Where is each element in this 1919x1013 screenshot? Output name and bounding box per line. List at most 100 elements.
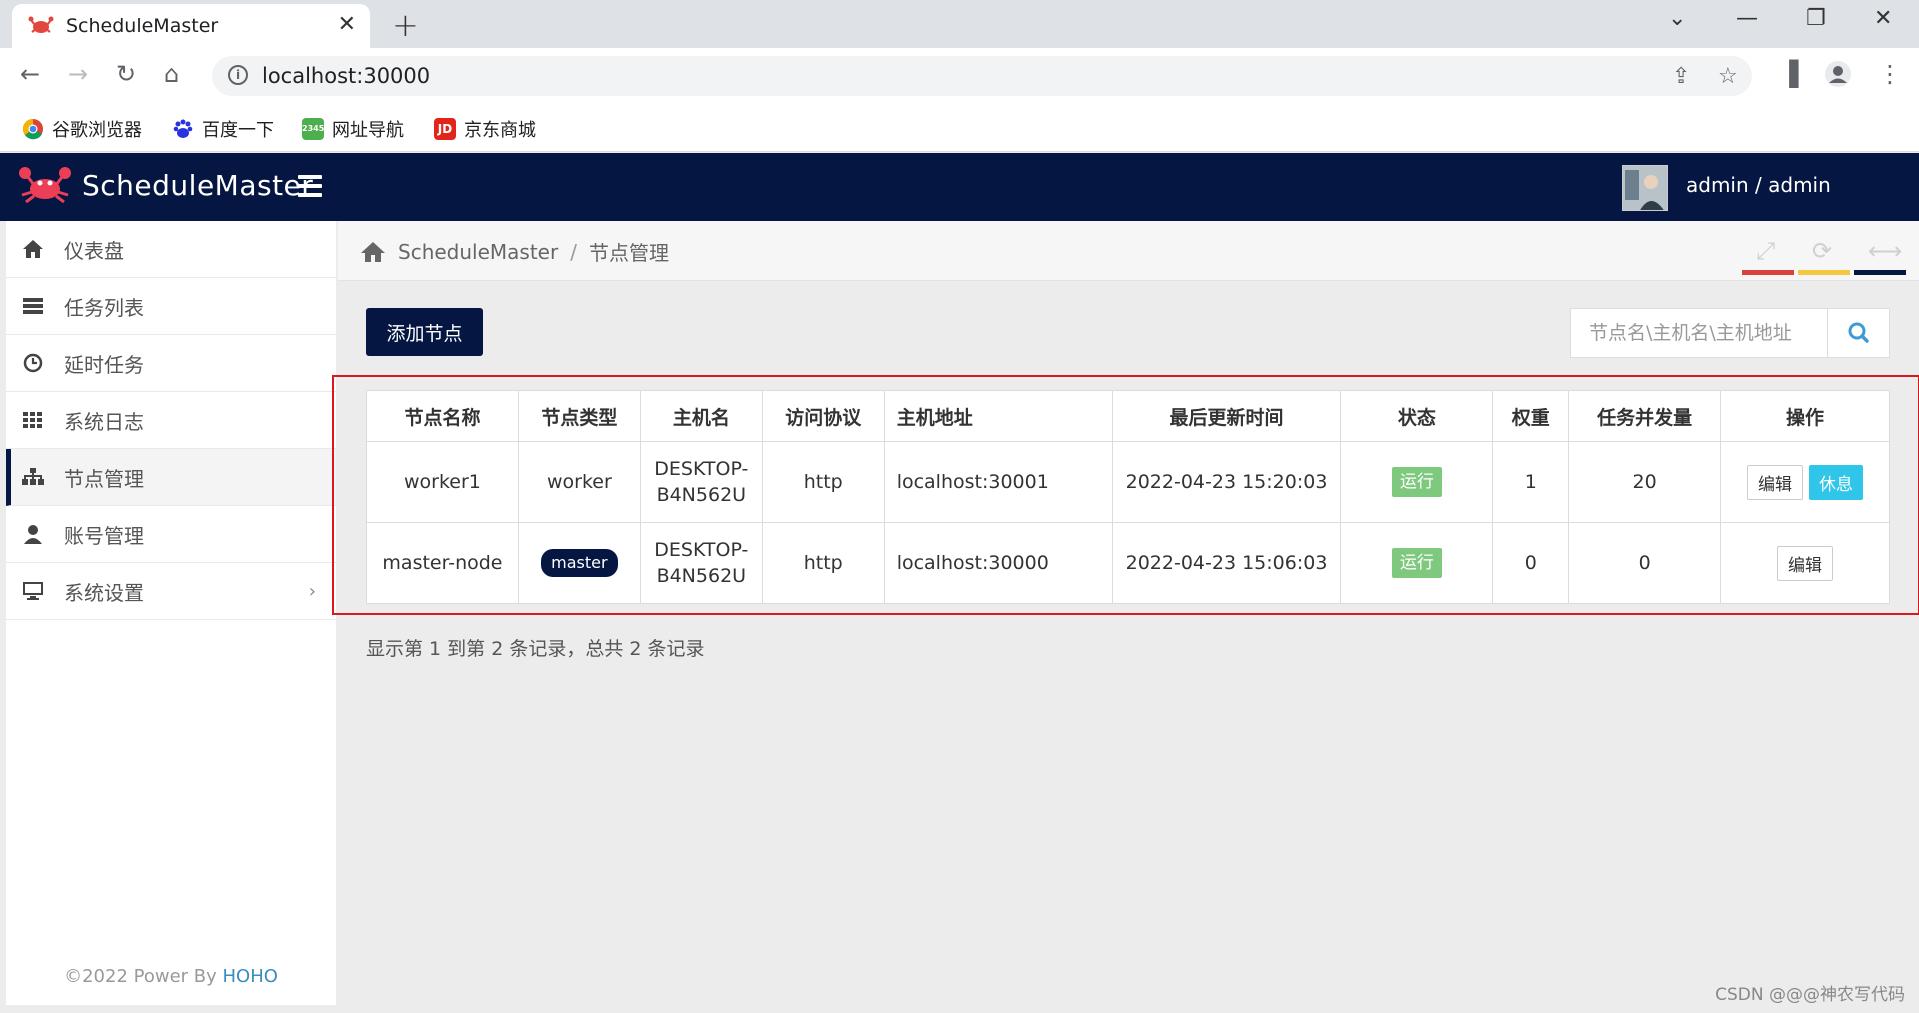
add-node-button[interactable]: 添加节点 (366, 308, 483, 356)
fullscreen-button[interactable]: ⤢ (1742, 227, 1794, 275)
bookmark-label: 京东商城 (464, 120, 536, 141)
forward-icon[interactable]: → (68, 60, 88, 88)
protocol-cell: http (761, 441, 885, 523)
table-header-row: 节点名称 节点类型 主机名 访问协议 主机地址 最后更新时间 状态 权重 任务并… (366, 390, 1890, 442)
sidebar-item-delayed-tasks[interactable]: 延时任务 (6, 335, 336, 392)
menu-kebab-icon[interactable]: ⋮ (1878, 60, 1902, 88)
table-row: master-node master DESKTOP- B4N562U http … (366, 522, 1890, 604)
breadcrumb-home-icon[interactable] (360, 241, 386, 263)
column-header[interactable]: 节点类型 (517, 390, 641, 442)
new-tab-icon[interactable]: + (392, 6, 419, 44)
search-box (1570, 308, 1890, 358)
avatar[interactable] (1622, 165, 1668, 211)
pagination-summary: 显示第 1 到第 2 条记录，总共 2 条记录 (366, 638, 705, 660)
edit-button[interactable]: 编辑 (1747, 464, 1804, 500)
list-icon (23, 298, 43, 314)
actions-cell: 编辑 休息 (1720, 441, 1890, 523)
status-badge: 运行 (1391, 548, 1442, 578)
column-header[interactable]: 主机地址 (883, 390, 1113, 442)
breadcrumb-current: 节点管理 (588, 241, 669, 265)
share-icon[interactable]: ⇪ (1672, 64, 1690, 89)
reload-icon[interactable]: ↻ (116, 60, 136, 88)
2345-icon: 2345 (302, 118, 324, 140)
sidebar-item-account-management[interactable]: 账号管理 (6, 506, 336, 563)
crab-logo-icon (19, 167, 71, 204)
address-bar[interactable]: i localhost:30000 ⇪ ☆ (212, 56, 1752, 96)
rest-button[interactable]: 休息 (1809, 464, 1864, 500)
bookmarks-bar: 谷歌浏览器 百度一下 2345 网址导航 JD 京东商城 (0, 104, 1919, 152)
column-header[interactable]: 状态 (1340, 390, 1494, 442)
bookmark-label: 谷歌浏览器 (52, 120, 142, 141)
status-cell: 运行 (1340, 441, 1494, 523)
search-button[interactable] (1827, 309, 1889, 357)
bookmark-label: 网址导航 (332, 120, 404, 141)
restore-icon[interactable]: ❐ (1806, 6, 1826, 31)
node-name-cell: master-node (366, 522, 519, 604)
column-header[interactable]: 任务并发量 (1568, 390, 1722, 442)
arrows-horizontal-icon: ⟷ (1868, 237, 1903, 265)
hamburger-menu-icon[interactable] (298, 175, 322, 197)
column-header[interactable]: 主机名 (639, 390, 763, 442)
sidebar-item-system-log[interactable]: 系统日志 (6, 392, 336, 449)
bookmark-jd[interactable]: JD 京东商城 (434, 116, 536, 142)
brand-logo[interactable]: ScheduleMaster (18, 165, 313, 205)
sitemap-icon (22, 468, 44, 485)
address-cell: localhost:30001 (883, 441, 1113, 523)
sidebar-item-task-list[interactable]: 任务列表 (6, 278, 336, 335)
bookmark-star-icon[interactable]: ☆ (1718, 64, 1738, 89)
column-header[interactable]: 访问协议 (761, 390, 885, 442)
browser-tab-bar: ScheduleMaster ✕ + ⌄ — ❐ ✕ (0, 0, 1919, 48)
sidebar-item-label: 延时任务 (64, 352, 144, 377)
back-icon[interactable]: ← (20, 60, 40, 88)
sidebar-item-system-settings[interactable]: 系统设置 › (6, 563, 336, 620)
home-icon (23, 240, 43, 258)
concurrency-cell: 20 (1568, 441, 1722, 523)
protocol-cell: http (761, 522, 885, 604)
browser-tab[interactable]: ScheduleMaster ✕ (12, 4, 370, 48)
host-name-cell: DESKTOP- B4N562U (639, 441, 763, 523)
footer-prefix: ©2022 Power By (64, 966, 223, 987)
edit-button[interactable]: 编辑 (1777, 545, 1834, 581)
column-header[interactable]: 权重 (1492, 390, 1570, 442)
node-type-cell: worker (517, 441, 641, 523)
bookmark-baidu[interactable]: 百度一下 (172, 116, 274, 142)
sidebar-item-label: 系统日志 (64, 409, 144, 434)
chevron-right-icon: › (308, 581, 316, 602)
sidebar-item-node-management[interactable]: 节点管理 (6, 449, 336, 506)
refresh-button[interactable]: ⟳ (1798, 227, 1850, 275)
bookmark-chrome[interactable]: 谷歌浏览器 (22, 116, 142, 142)
minimize-icon[interactable]: — (1736, 6, 1758, 31)
expand-icon: ⤢ (1756, 237, 1776, 265)
column-header[interactable]: 最后更新时间 (1111, 390, 1342, 442)
tab-search-chevron-icon[interactable]: ⌄ (1668, 6, 1686, 31)
footer-link[interactable]: HOHO (223, 966, 278, 987)
tab-close-icon[interactable]: ✕ (338, 12, 356, 37)
node-table: 节点名称 节点类型 主机名 访问协议 主机地址 最后更新时间 状态 权重 任务并… (366, 390, 1890, 604)
close-window-icon[interactable]: ✕ (1874, 6, 1892, 31)
node-type-cell: master (517, 522, 641, 604)
weight-cell: 0 (1492, 522, 1570, 604)
search-icon (1848, 322, 1869, 343)
concurrency-cell: 0 (1568, 522, 1722, 604)
brand-name: ScheduleMaster (82, 168, 314, 202)
profile-icon[interactable] (1824, 60, 1852, 94)
side-panel-icon[interactable]: ▐ (1780, 60, 1798, 88)
clock-icon (23, 353, 43, 373)
status-badge: 运行 (1391, 467, 1442, 497)
breadcrumb-root[interactable]: ScheduleMaster (398, 240, 558, 264)
column-header: 操作 (1720, 390, 1890, 442)
sidebar-item-dashboard[interactable]: 仪表盘 (6, 221, 336, 278)
site-info-icon[interactable]: i (228, 65, 248, 85)
home-browser-icon[interactable]: ⌂ (164, 60, 179, 88)
column-header[interactable]: 节点名称 (366, 390, 519, 442)
grid-icon (23, 412, 42, 428)
search-input[interactable] (1571, 309, 1827, 357)
crab-favicon-icon (28, 16, 54, 33)
actions-cell: 编辑 (1720, 522, 1890, 604)
toggle-width-button[interactable]: ⟷ (1854, 227, 1906, 275)
app-header: ScheduleMaster admin / admin (0, 153, 1919, 221)
bookmark-2345[interactable]: 2345 网址导航 (302, 116, 404, 142)
host-name-cell: DESKTOP- B4N562U (639, 522, 763, 604)
user-name[interactable]: admin / admin (1686, 173, 1831, 197)
jd-icon: JD (434, 118, 456, 140)
